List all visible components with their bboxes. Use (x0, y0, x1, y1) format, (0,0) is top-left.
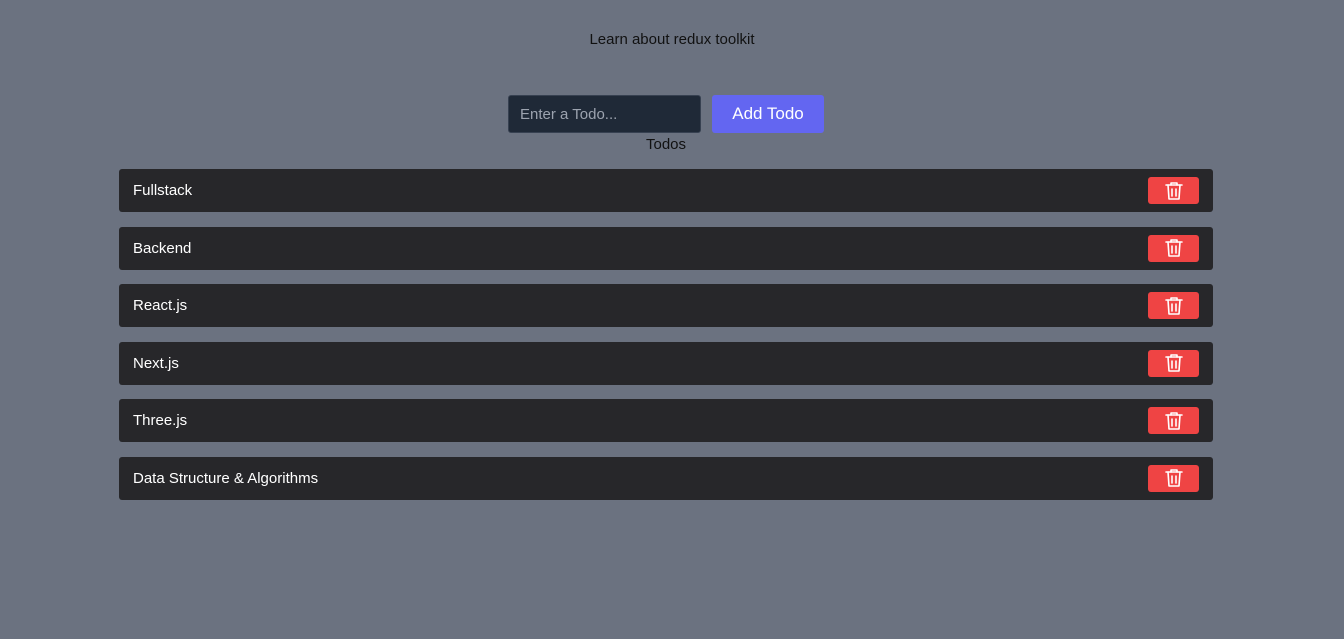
delete-todo-button[interactable] (1148, 234, 1199, 262)
add-todo-button[interactable]: Add Todo (712, 95, 824, 133)
todo-text: Fullstack (133, 182, 193, 199)
todo-text: Next.js (133, 354, 179, 372)
todo-item: Data Structure & Algorithms (119, 456, 1213, 500)
todo-item: Fullstack (119, 169, 1213, 212)
trash-icon (1164, 181, 1183, 200)
todo-text: Three.js (133, 412, 188, 430)
trash-icon (1164, 354, 1183, 373)
todo-text: Data Structure & Algorithms (133, 469, 319, 487)
trash-icon (1164, 296, 1183, 315)
todo-item: React.js (119, 284, 1213, 328)
todo-input[interactable] (508, 95, 701, 133)
delete-todo-button[interactable] (1148, 177, 1199, 204)
todo-item: Three.js (119, 399, 1213, 443)
delete-todo-button[interactable] (1148, 407, 1199, 435)
page-heading: Learn about redux toolkit (589, 31, 755, 48)
trash-icon (1164, 239, 1183, 257)
delete-todo-button[interactable] (1148, 292, 1199, 320)
todo-text: React.js (133, 297, 188, 315)
todos-title: Todos (645, 136, 687, 153)
todo-item: Next.js (119, 341, 1213, 385)
trash-icon (1164, 469, 1183, 488)
todo-text: Backend (133, 239, 192, 257)
delete-todo-button[interactable] (1148, 464, 1199, 492)
todo-list: Fullstack Backend React.js Next.js Three… (119, 169, 1213, 515)
trash-icon (1164, 412, 1183, 430)
delete-todo-button[interactable] (1148, 349, 1199, 377)
todo-item: Backend (119, 226, 1213, 270)
